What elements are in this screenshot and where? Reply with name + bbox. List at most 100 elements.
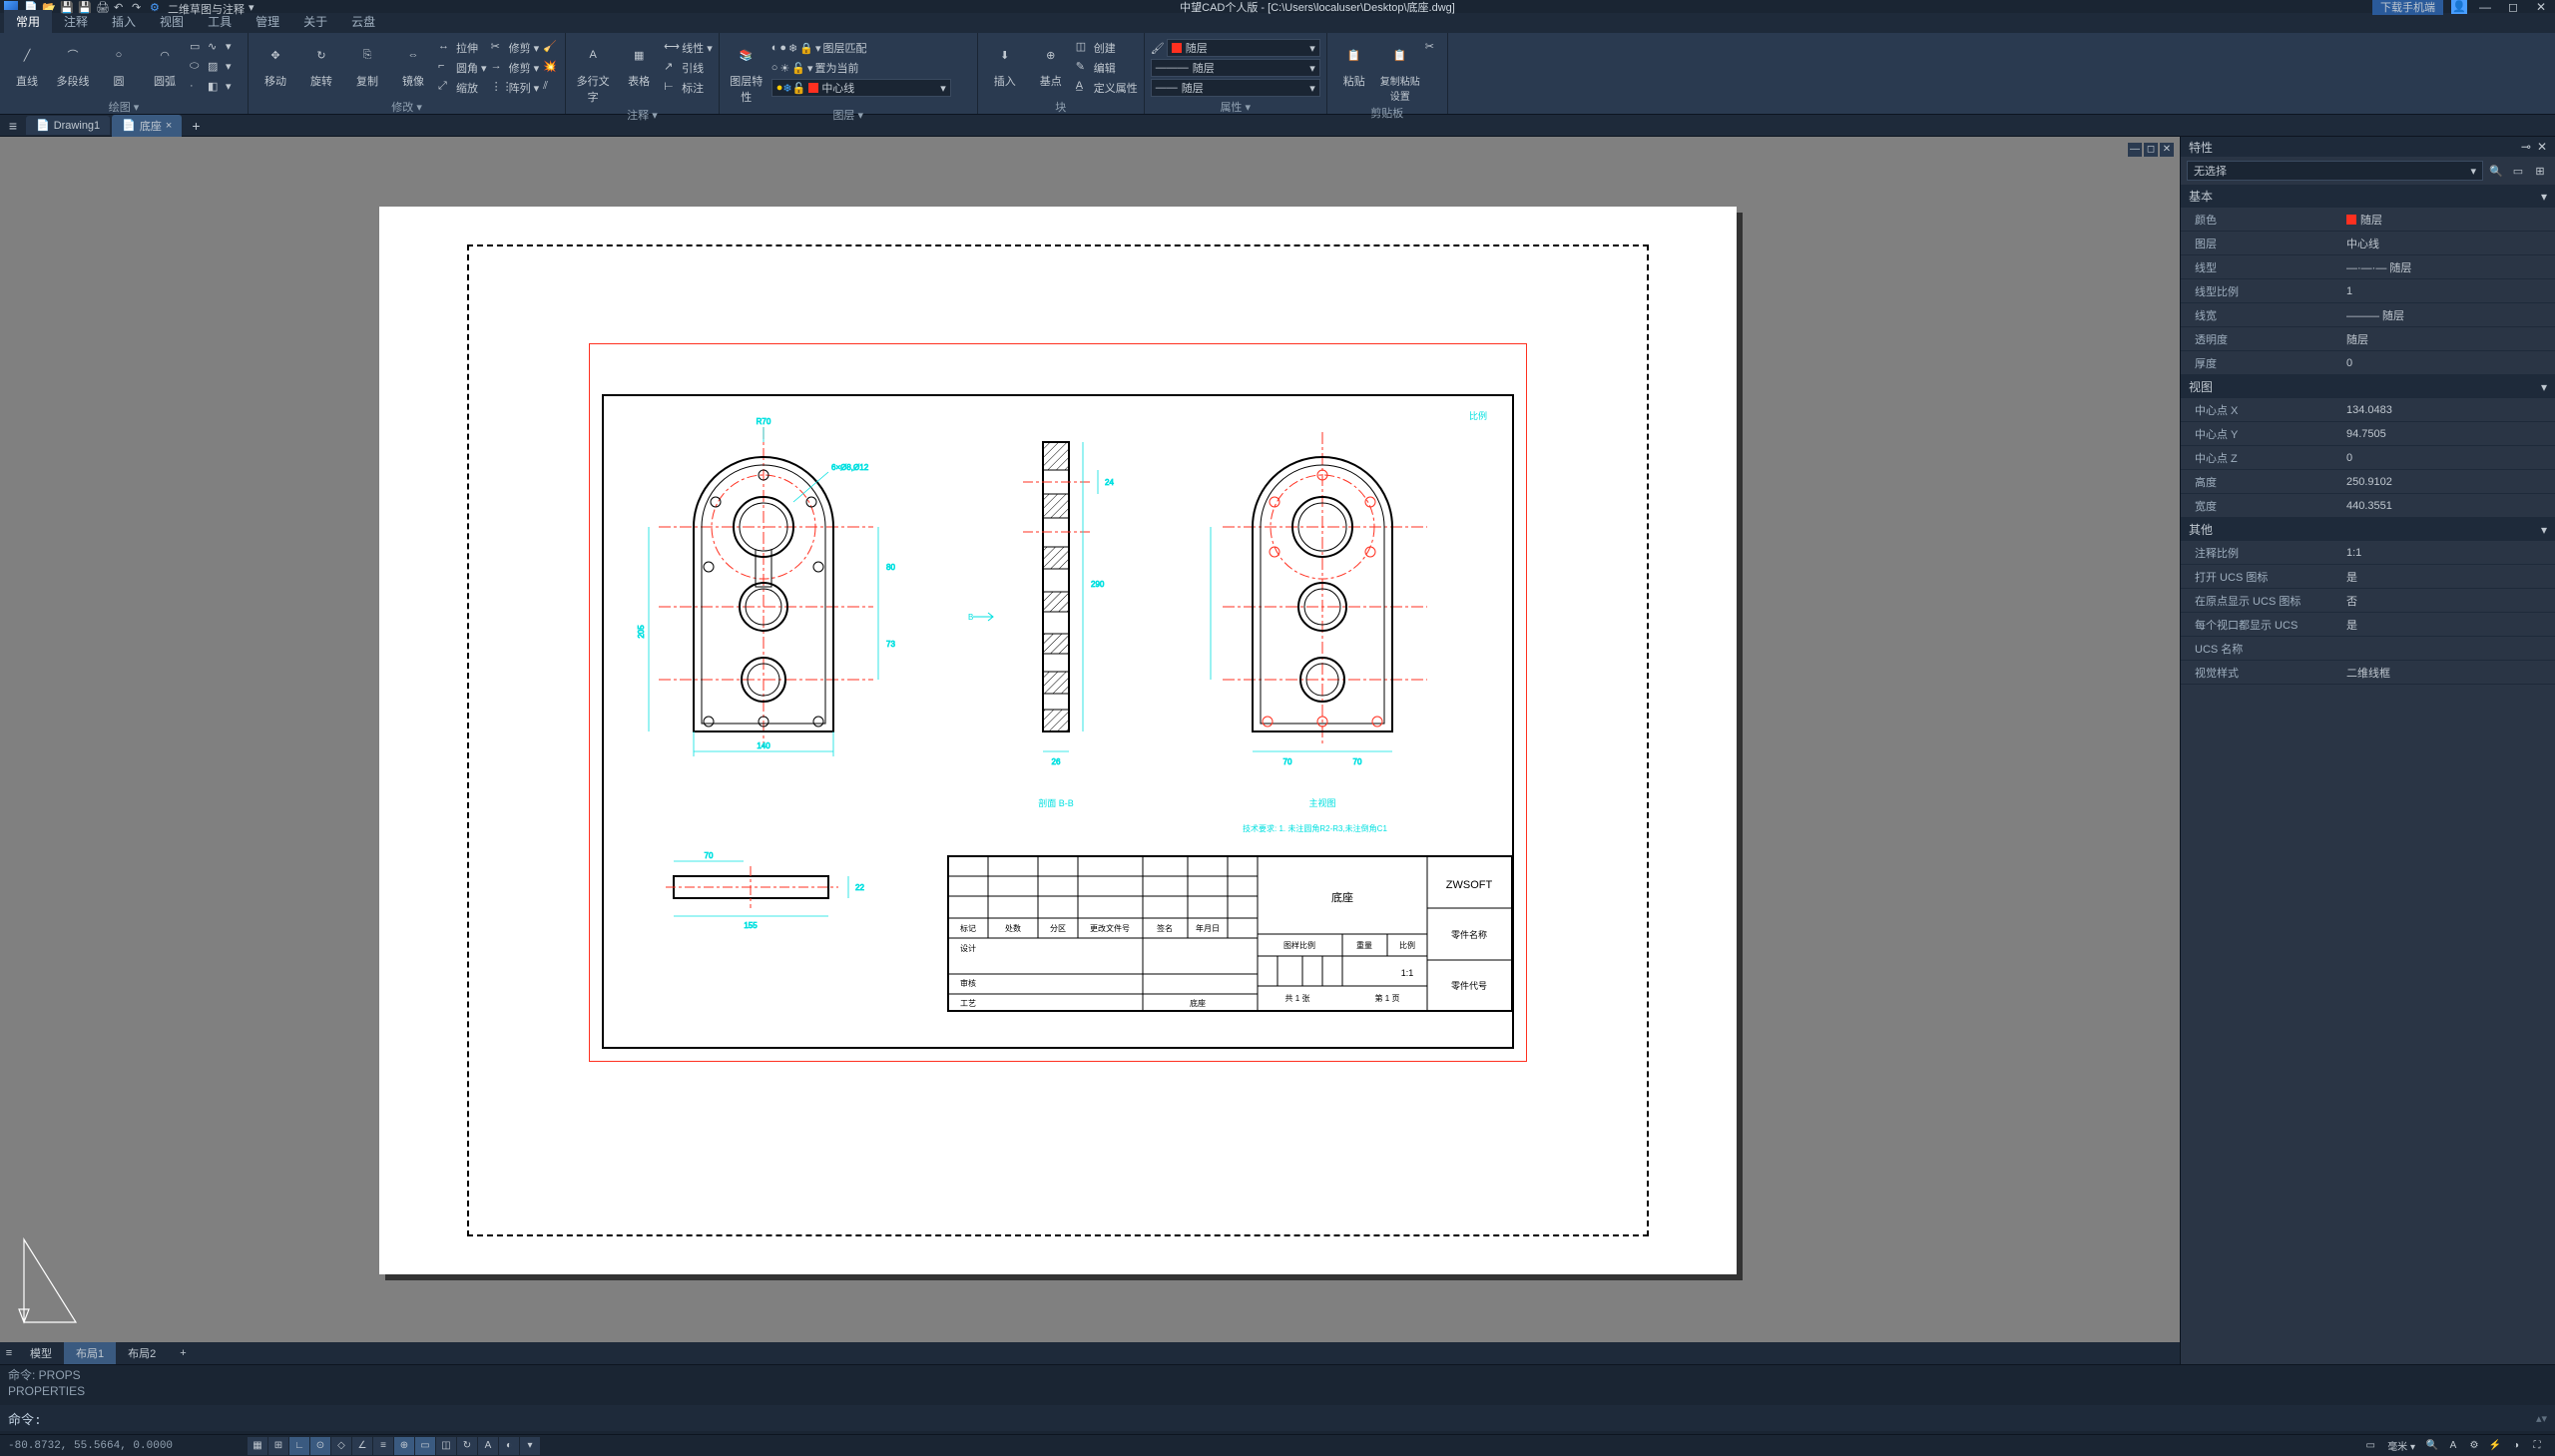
doc-tab-drawing1[interactable]: 📄Drawing1 xyxy=(26,116,110,135)
viewport[interactable]: — ◻ ✕ 比例 xyxy=(0,137,2180,1364)
select-objects-icon[interactable]: ▭ xyxy=(2509,162,2527,180)
ellipse-icon[interactable]: ⬭ xyxy=(190,60,206,76)
command-input[interactable] xyxy=(46,1411,2536,1426)
property-value[interactable]: —·—·— 随层 xyxy=(2340,255,2555,278)
property-value[interactable]: 1 xyxy=(2340,279,2555,302)
add-layout-button[interactable]: + xyxy=(168,1344,198,1362)
property-row[interactable]: 在原点显示 UCS 图标否 xyxy=(2181,589,2555,613)
edit-block-button[interactable]: ✎编辑 xyxy=(1076,59,1138,77)
user-icon[interactable]: 👤 xyxy=(2451,0,2467,14)
layout1-tab[interactable]: 布局1 xyxy=(64,1342,116,1364)
mirror-button[interactable]: ⇔镜像 xyxy=(392,35,434,89)
panel-pin-icon[interactable]: ⊸ xyxy=(2521,140,2531,154)
grid-toggle[interactable]: ▦ xyxy=(248,1437,267,1455)
property-row[interactable]: UCS 名称 xyxy=(2181,637,2555,661)
property-row[interactable]: 中心点 X134.0483 xyxy=(2181,398,2555,422)
property-row[interactable]: 线型—·—·— 随层 xyxy=(2181,255,2555,279)
cmd-scroll-icon[interactable]: ▴▾ xyxy=(2536,1412,2547,1425)
section-misc[interactable]: 其他 xyxy=(2189,521,2541,538)
property-value[interactable]: 是 xyxy=(2340,613,2555,636)
doc-tab-base[interactable]: 📄底座× xyxy=(112,115,182,137)
polar-toggle[interactable]: ⊙ xyxy=(310,1437,330,1455)
layer-props-button[interactable]: 📚图层特性 xyxy=(726,35,767,105)
layer-off-icon[interactable]: ● xyxy=(779,42,786,54)
workspace-switch-icon[interactable]: ⚙ xyxy=(2464,1437,2484,1455)
copy-button[interactable]: ⎘复制 xyxy=(346,35,388,89)
hardware-accel-icon[interactable]: ⚡ xyxy=(2485,1437,2505,1455)
property-value[interactable]: 二维线框 xyxy=(2340,661,2555,684)
property-value[interactable]: ——— 随层 xyxy=(2340,303,2555,326)
property-value[interactable]: 94.7505 xyxy=(2340,422,2555,445)
dim-linear-button[interactable]: ⟷线性 ▾ xyxy=(664,39,713,57)
property-row[interactable]: 颜色随层 xyxy=(2181,208,2555,232)
model-toggle[interactable]: ▾ xyxy=(520,1437,540,1455)
clean-screen-icon[interactable]: ⛶ xyxy=(2527,1437,2547,1455)
dim-button[interactable]: ⊢标注 xyxy=(664,79,713,97)
linetype-selector[interactable]: ——随层▾ xyxy=(1151,79,1320,97)
toggle-pim-icon[interactable]: ⊞ xyxy=(2531,162,2549,180)
arc-button[interactable]: ◠圆弧 xyxy=(144,35,186,89)
snap-toggle[interactable]: ⊞ xyxy=(268,1437,288,1455)
scale-button[interactable]: ⤢缩放 xyxy=(438,79,487,97)
layout2-tab[interactable]: 布局2 xyxy=(116,1342,168,1364)
unit-selector[interactable]: 毫米 ▾ xyxy=(2381,1437,2421,1455)
isolate-icon[interactable]: ◑ xyxy=(2506,1437,2526,1455)
trans-toggle[interactable]: ◐ xyxy=(499,1437,519,1455)
ribbon-tab-insert[interactable]: 插入 xyxy=(100,10,148,33)
rotate-button[interactable]: ↻旋转 xyxy=(300,35,342,89)
minimize-button[interactable]: — xyxy=(2475,0,2495,14)
property-value[interactable]: 是 xyxy=(2340,565,2555,588)
property-value[interactable]: 否 xyxy=(2340,589,2555,612)
osnap-toggle[interactable]: ◇ xyxy=(331,1437,351,1455)
ribbon-tab-view[interactable]: 视图 xyxy=(148,10,196,33)
layout-menu-icon[interactable]: ≡ xyxy=(0,1347,18,1359)
doc-menu-icon[interactable]: ≡ xyxy=(0,118,26,134)
chevron-down-icon[interactable]: ▾ xyxy=(2541,190,2547,204)
lwt-toggle[interactable]: ≡ xyxy=(373,1437,393,1455)
rect-icon[interactable]: ▭ xyxy=(190,40,206,56)
property-row[interactable]: 中心点 Z0 xyxy=(2181,446,2555,470)
explode-icon[interactable]: 💥 xyxy=(543,60,559,76)
close-tab-icon[interactable]: × xyxy=(166,120,172,132)
copy-paste-settings-button[interactable]: 📋复制粘贴设置 xyxy=(1379,35,1421,103)
trim-button[interactable]: ✂修剪 ▾ xyxy=(491,39,540,57)
dyn-toggle[interactable]: ⊕ xyxy=(394,1437,414,1455)
cut-button[interactable]: ✂ xyxy=(1425,39,1441,57)
quick-select-icon[interactable]: 🔍 xyxy=(2487,162,2505,180)
ribbon-tab-tools[interactable]: 工具 xyxy=(196,10,244,33)
section-view[interactable]: 视图 xyxy=(2189,378,2541,395)
paste-button[interactable]: 📋粘贴 xyxy=(1333,35,1375,89)
region-icon[interactable]: ◧ xyxy=(208,80,224,96)
spline-icon[interactable]: ∿ xyxy=(208,40,224,56)
offset-icon[interactable]: ⫽ xyxy=(543,80,559,96)
layer-match[interactable]: 图层匹配 xyxy=(823,40,867,56)
line-button[interactable]: ╱直线 xyxy=(6,35,48,89)
color-selector[interactable]: 随层▾ xyxy=(1167,39,1320,57)
basepoint-button[interactable]: ⊕基点 xyxy=(1030,35,1072,89)
match-props-icon[interactable]: 🖌 xyxy=(1151,42,1165,55)
model-tab[interactable]: 模型 xyxy=(18,1342,64,1364)
anno-vis-icon[interactable]: A xyxy=(2443,1437,2463,1455)
ribbon-tab-about[interactable]: 关于 xyxy=(291,10,339,33)
panel-close-icon[interactable]: ✕ xyxy=(2537,140,2547,154)
property-row[interactable]: 每个视口都显示 UCS是 xyxy=(2181,613,2555,637)
selection-filter[interactable]: 无选择▾ xyxy=(2187,161,2483,181)
ribbon-tab-manage[interactable]: 管理 xyxy=(244,10,291,33)
vp-min-icon[interactable]: — xyxy=(2128,143,2142,157)
property-row[interactable]: 高度250.9102 xyxy=(2181,470,2555,494)
table-button[interactable]: ▦表格 xyxy=(618,35,660,89)
vp-close-icon[interactable]: ✕ xyxy=(2160,143,2174,157)
property-row[interactable]: 宽度440.3551 xyxy=(2181,494,2555,518)
ribbon-tab-cloud[interactable]: 云盘 xyxy=(339,10,387,33)
erase-icon[interactable]: 🧹 xyxy=(543,40,559,56)
layer-lock-icon[interactable]: 🔒 xyxy=(799,42,813,55)
property-value[interactable]: 1:1 xyxy=(2340,541,2555,564)
download-mobile-button[interactable]: 下载手机端 xyxy=(2372,0,2443,15)
vp-max-icon[interactable]: ◻ xyxy=(2144,143,2158,157)
create-block-button[interactable]: ◫创建 xyxy=(1076,39,1138,57)
sc-toggle[interactable]: ◫ xyxy=(436,1437,456,1455)
property-row[interactable]: 图层中心线 xyxy=(2181,232,2555,255)
anno-scale-icon[interactable]: 🔍 xyxy=(2422,1437,2442,1455)
anno-toggle[interactable]: A xyxy=(478,1437,498,1455)
ortho-toggle[interactable]: ∟ xyxy=(289,1437,309,1455)
